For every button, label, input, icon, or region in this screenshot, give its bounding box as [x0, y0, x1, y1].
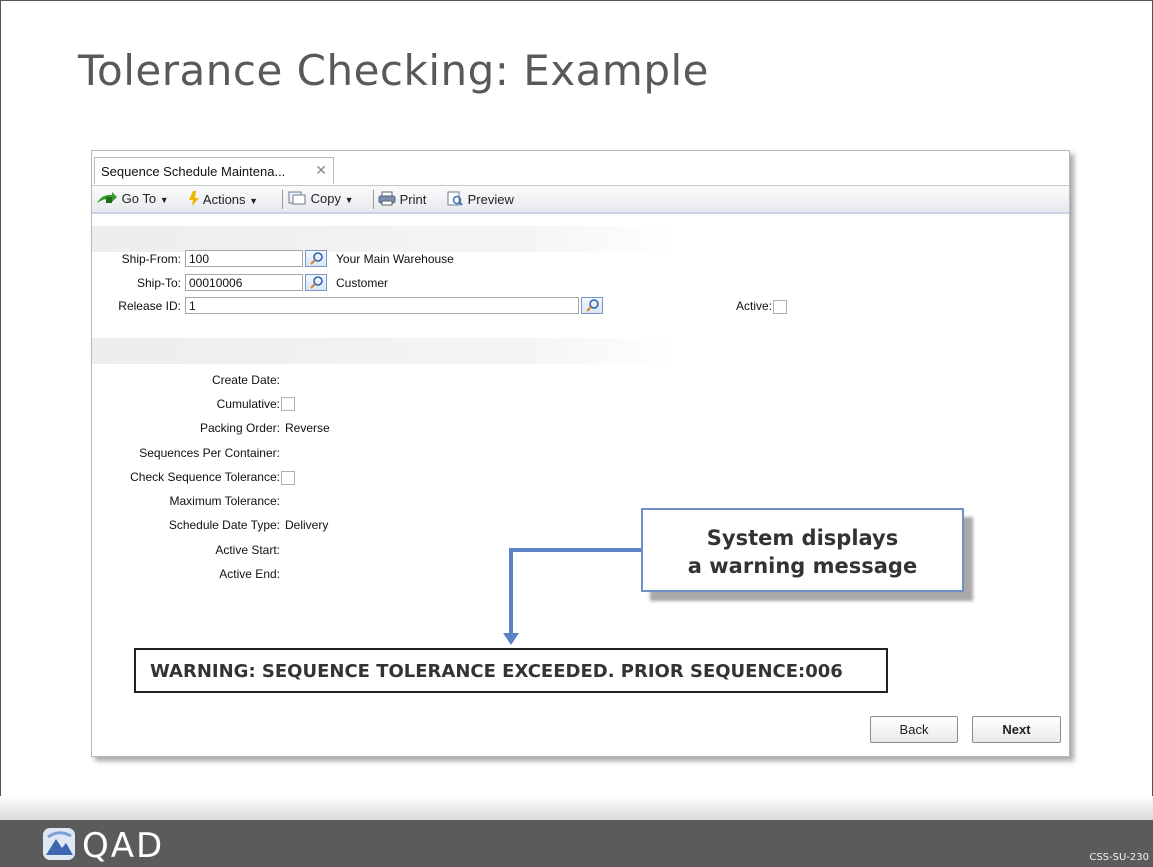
release-id-lookup-button[interactable]: [581, 297, 603, 314]
chevron-down-icon: ▼: [344, 195, 354, 205]
copy-menu[interactable]: Copy ▼: [287, 191, 354, 206]
maximum-tolerance-label: Maximum Tolerance:: [169, 494, 280, 508]
active-label: Active:: [735, 299, 772, 313]
callout-arrow-line: [509, 548, 513, 635]
ship-to-field[interactable]: 00010006: [185, 274, 303, 291]
schedule-date-type-label: Schedule Date Type:: [168, 518, 280, 532]
release-id-label: Release ID:: [118, 299, 181, 313]
sequences-per-container-label: Sequences Per Container:: [139, 446, 280, 460]
preview-button[interactable]: Preview: [446, 191, 514, 207]
ship-to-lookup-button[interactable]: [305, 274, 327, 291]
toolbar-divider: [282, 190, 283, 209]
schedule-date-type-value: Delivery: [285, 518, 329, 532]
check-sequence-tolerance-checkbox[interactable]: [281, 471, 295, 485]
ship-to-description: Customer: [336, 276, 389, 290]
tab-bar: Sequence Schedule Maintena... ✕: [92, 151, 1069, 186]
ship-from-label: Ship-From:: [121, 252, 181, 266]
toolbar: Go To ▼ Actions ▼ Copy ▼ Print Preview: [92, 186, 1069, 214]
cumulative-checkbox[interactable]: [281, 397, 295, 411]
slide-title: Tolerance Checking: Example: [78, 46, 709, 95]
close-icon[interactable]: ✕: [315, 162, 327, 179]
active-end-label: Active End:: [219, 567, 280, 581]
actions-icon: [189, 191, 199, 206]
preview-label: Preview: [467, 192, 514, 207]
callout-line-1: System displays: [706, 526, 899, 550]
print-label: Print: [399, 192, 427, 207]
ship-to-label: Ship-To:: [136, 276, 181, 290]
create-date-label: Create Date:: [211, 373, 280, 387]
footer-bar: QAD CSS-SU-230: [0, 820, 1153, 867]
goto-label: Go To: [121, 191, 157, 206]
search-icon: [586, 299, 599, 312]
ship-from-description: Your Main Warehouse: [336, 252, 454, 266]
chevron-down-icon: ▼: [249, 196, 259, 206]
qad-logo-icon: [43, 828, 75, 860]
callout-box: System displays a warning message: [641, 508, 964, 592]
active-checkbox[interactable]: [773, 300, 787, 314]
warning-message: WARNING: SEQUENCE TOLERANCE EXCEEDED. PR…: [134, 648, 888, 693]
printer-icon: [378, 191, 396, 206]
search-icon: [310, 276, 323, 289]
section-band-details: [92, 338, 1069, 364]
search-icon: [310, 252, 323, 265]
next-button[interactable]: Next: [972, 716, 1061, 743]
copy-label: Copy: [310, 191, 341, 206]
ship-from-lookup-button[interactable]: [305, 250, 327, 267]
section-band-header: [92, 226, 1069, 252]
callout-arrow-head: [503, 633, 519, 645]
cumulative-label: Cumulative:: [216, 397, 280, 411]
qad-logo-text: QAD: [82, 826, 165, 866]
back-button[interactable]: Back: [870, 716, 958, 743]
copy-icon: [288, 191, 306, 205]
check-sequence-tolerance-label: Check Sequence Tolerance:: [130, 470, 280, 484]
toolbar-divider: [373, 190, 374, 209]
packing-order-value: Reverse: [285, 421, 330, 435]
goto-icon: [97, 192, 117, 203]
release-id-field[interactable]: 1: [185, 297, 579, 314]
tab-label: Sequence Schedule Maintena...: [101, 164, 286, 179]
goto-menu[interactable]: Go To ▼: [96, 191, 169, 206]
tab-sequence-schedule[interactable]: Sequence Schedule Maintena... ✕: [94, 157, 334, 184]
ship-from-field[interactable]: 100: [185, 250, 303, 267]
callout-line-2: a warning message: [687, 554, 918, 578]
slide-code: CSS-SU-230: [1089, 852, 1149, 863]
actions-menu[interactable]: Actions ▼: [188, 191, 258, 207]
print-button[interactable]: Print: [378, 191, 426, 207]
packing-order-label: Packing Order:: [199, 421, 280, 435]
chevron-down-icon: ▼: [159, 195, 169, 205]
active-start-label: Active Start:: [215, 543, 280, 557]
callout-arrow-line: [509, 548, 641, 552]
preview-icon: [447, 191, 463, 206]
footer-gradient: [0, 796, 1153, 820]
actions-label: Actions: [202, 192, 246, 207]
